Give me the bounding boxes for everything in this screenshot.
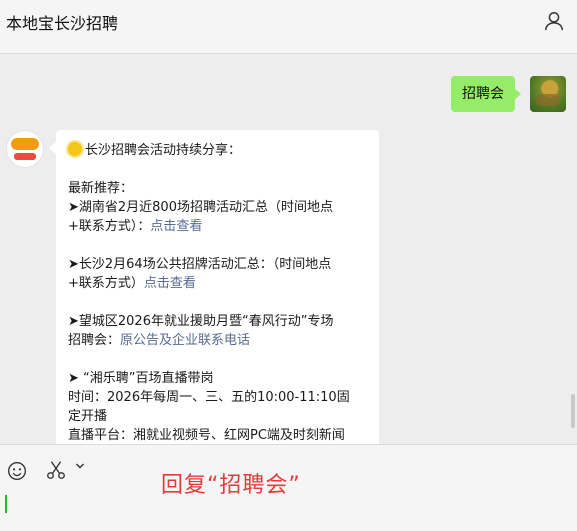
article-title-line: 长沙招聘会活动持续分享：: [68, 141, 367, 160]
item1-line1: ➤湖南省2月近800场招聘活动汇总（时间地点: [68, 200, 333, 215]
item2-link[interactable]: 点击查看: [144, 276, 196, 291]
item2-line2: +联系方式）点击查看: [68, 274, 367, 293]
scrollbar[interactable]: [571, 394, 575, 428]
sent-bubble[interactable]: 招聘会: [451, 76, 515, 112]
scissors-icon[interactable]: [45, 459, 67, 481]
item1-line2: +联系方式）：点击查看: [68, 217, 367, 236]
item4-line1: ➤ “湘乐聘”百场直播带岗: [68, 371, 214, 386]
item4-line3: 定开播: [68, 409, 108, 424]
item2-line1: ➤长沙2月64场公共招牌活动汇总：（时间地点: [68, 257, 332, 272]
received-bubble-tail: [49, 142, 56, 154]
chat-area[interactable]: 招聘会 长沙招聘会活动持续分享： 最新推荐： ➤湖南省2月近800场招聘活动汇总…: [0, 54, 577, 444]
chat-header: 本地宝长沙招聘: [0, 0, 577, 54]
logo-mark-bottom: [14, 153, 36, 160]
item3-text: 招聘会：: [68, 333, 121, 348]
item4-line4: 直播平台：湘就业视频号、红网PC端及时刻新闻: [68, 428, 345, 443]
item4-line2: 时间：2026年每周一、三、五的10:00-11:10固: [68, 390, 350, 405]
article-title: 长沙招聘会活动持续分享：: [85, 143, 242, 158]
received-bubble[interactable]: 长沙招聘会活动持续分享： 最新推荐： ➤湖南省2月近800场招聘活动汇总（时间地…: [49, 130, 379, 444]
emoji-icon[interactable]: [7, 461, 27, 481]
latest-label: 最新推荐：: [68, 181, 134, 196]
sun-icon: [68, 142, 82, 156]
text-cursor: [5, 495, 7, 513]
self-avatar[interactable]: [530, 76, 566, 112]
item3-link[interactable]: 原公告及企业联系电话: [120, 333, 250, 348]
chevron-down-icon[interactable]: [75, 461, 85, 471]
sent-bubble-tail: [514, 88, 521, 100]
item1-text: +联系方式）：: [68, 219, 151, 234]
message-composer[interactable]: 回复“招聘会”: [0, 444, 577, 531]
account-avatar[interactable]: [6, 130, 44, 168]
item1-link[interactable]: 点击查看: [150, 219, 202, 234]
logo-mark-top: [11, 138, 39, 150]
person-icon[interactable]: [543, 10, 565, 32]
chat-title: 本地宝长沙招聘: [6, 14, 119, 33]
reply-hint: 回复“招聘会”: [161, 473, 301, 498]
item3-line2: 招聘会：原公告及企业联系电话: [68, 331, 367, 350]
item3-line1: ➤望城区2026年就业援助月暨“春风行动”专场: [68, 314, 334, 329]
item2-text: +联系方式）: [68, 276, 144, 291]
